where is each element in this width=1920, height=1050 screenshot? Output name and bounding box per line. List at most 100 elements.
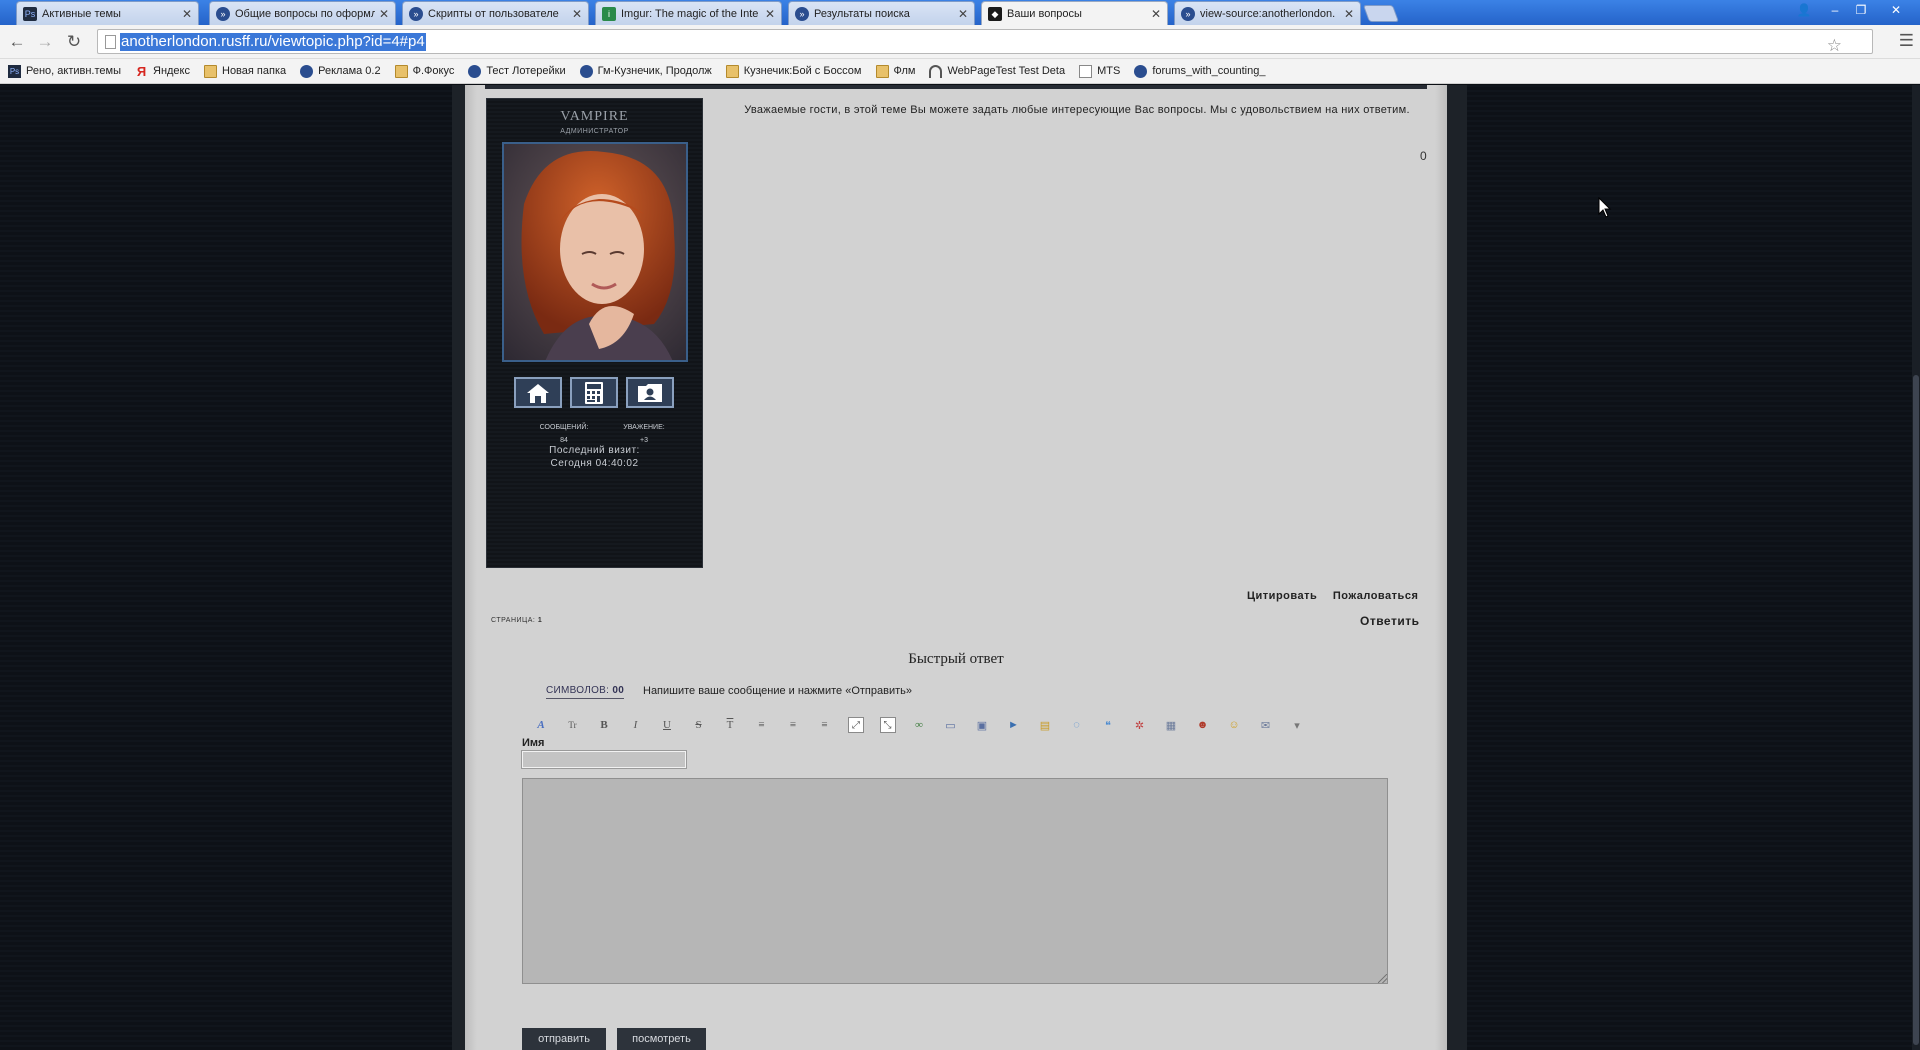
close-icon[interactable]: ✕ <box>379 7 389 21</box>
bookmark-item[interactable]: Реклама 0.2 <box>300 64 381 78</box>
table-icon[interactable]: ▦ <box>1163 717 1179 733</box>
tab-label: Активные темы <box>42 7 121 20</box>
video-icon[interactable]: ► <box>1006 717 1022 733</box>
name-label: Имя <box>522 737 545 749</box>
scrollbar-thumb[interactable] <box>1913 375 1919 1045</box>
clear-format-icon[interactable]: T <box>722 717 738 733</box>
font-size-icon[interactable]: Tr <box>565 717 581 733</box>
mail-icon[interactable]: ✉ <box>1258 717 1274 733</box>
tab-view-source[interactable]: » view-source:anotherlondon. ✕ <box>1174 1 1361 25</box>
bookmark-label: Кузнечик:Бой с Боссом <box>743 65 862 77</box>
align-center-icon[interactable]: ≡ <box>785 717 801 733</box>
tab-label: view-source:anotherlondon. <box>1200 7 1336 20</box>
color-icon[interactable]: ✲ <box>1132 717 1148 733</box>
minimize-icon[interactable]: – <box>1824 3 1846 17</box>
avatar-icon[interactable]: ☻ <box>1195 717 1211 733</box>
respect-stat: УВАЖЕНИЕ: +3 <box>609 424 679 444</box>
tag-icon[interactable]: ⤢ <box>848 717 864 733</box>
rusff-icon: » <box>795 6 809 21</box>
restore-icon[interactable]: ❐ <box>1850 3 1872 17</box>
profile-icon[interactable]: 👤 <box>1793 3 1815 17</box>
tab-imgur[interactable]: i Imgur: The magic of the Inte ✕ <box>595 1 782 25</box>
name-input[interactable] <box>521 750 687 769</box>
pagination-label: СТРАНИЦА: <box>491 617 536 624</box>
bookmark-label: WebPageTest Test Deta <box>947 65 1066 77</box>
tab-label: Imgur: The magic of the Inte <box>621 7 759 20</box>
preview-button[interactable]: посмотреть <box>617 1028 706 1050</box>
link-icon[interactable]: ∞ <box>911 717 927 733</box>
bold-icon[interactable]: B <box>596 717 612 733</box>
bookmark-item[interactable]: Я Яндекс <box>135 65 190 78</box>
bookmark-label: Тест Лотерейки <box>486 65 566 77</box>
smile-icon[interactable]: ☺ <box>1226 717 1242 733</box>
bookmark-item[interactable]: MTS <box>1079 64 1121 78</box>
rusff-icon <box>468 64 482 78</box>
bookmark-item[interactable]: Ps Рено, активн.темы <box>8 64 121 78</box>
tab-search-results[interactable]: » Результаты поиска ✕ <box>788 1 975 25</box>
tab-user-scripts[interactable]: » Скрипты от пользователе ✕ <box>402 1 589 25</box>
close-icon[interactable]: ✕ <box>765 7 775 21</box>
close-icon[interactable]: ✕ <box>1151 7 1161 21</box>
close-icon[interactable]: ✕ <box>182 7 192 21</box>
bookmark-item[interactable]: forums_with_counting_ <box>1134 64 1265 78</box>
align-left-icon[interactable]: ≡ <box>754 717 770 733</box>
forward-arrow-icon[interactable]: → <box>34 31 56 53</box>
bookmark-star-icon[interactable]: ☆ <box>1827 36 1842 56</box>
close-icon[interactable]: ✕ <box>572 7 582 21</box>
font-icon[interactable]: A <box>533 717 549 733</box>
avatar <box>502 142 688 362</box>
rusff-icon: » <box>1181 6 1195 21</box>
lock-icon[interactable]: ▤ <box>1037 717 1053 733</box>
user-stats: СООБЩЕНИЙ: 84 УВАЖЕНИЕ: +3 <box>529 424 679 444</box>
new-tab-button[interactable] <box>1362 5 1400 22</box>
tab-active-topics[interactable]: Ps Активные темы ✕ <box>16 1 199 25</box>
message-textarea[interactable] <box>522 778 1388 984</box>
back-arrow-icon[interactable]: ← <box>6 31 28 53</box>
quote-link[interactable]: Цитировать <box>1247 590 1317 602</box>
bookmark-item[interactable]: Тест Лотерейки <box>468 64 566 78</box>
close-icon[interactable]: ✕ <box>1344 7 1354 21</box>
contact-button[interactable] <box>626 377 674 408</box>
image-icon[interactable]: ▣ <box>974 717 990 733</box>
bookmark-folder[interactable]: Новая папка <box>204 64 286 78</box>
tag-icon[interactable]: ⤡ <box>879 717 896 733</box>
submit-button[interactable]: отправить <box>522 1028 606 1050</box>
more-icon[interactable]: ▾ <box>1289 717 1305 733</box>
document-icon <box>1079 64 1093 78</box>
bookmark-folder[interactable]: Флм <box>875 64 915 78</box>
tab-general-questions[interactable]: » Общие вопросы по оформл ✕ <box>209 1 396 25</box>
close-window-icon[interactable]: ✕ <box>1885 3 1907 17</box>
strikethrough-icon[interactable]: S <box>691 717 707 733</box>
menu-icon[interactable]: ☰ <box>1899 31 1914 51</box>
post-counter: 0 <box>1420 149 1427 163</box>
speech-icon[interactable]: ◌ <box>1069 717 1085 733</box>
url-text[interactable]: anotherlondon.rusff.ru/viewtopic.php?id=… <box>120 33 426 51</box>
char-counter: СИМВОЛОВ: 00 <box>546 685 625 699</box>
background-shadow-right <box>1447 85 1467 1050</box>
tab-your-questions[interactable]: ◆ Ваши вопросы ✕ <box>981 1 1168 26</box>
resize-grip[interactable] <box>1378 974 1387 983</box>
quick-reply-title: Быстрый ответ <box>908 651 1004 667</box>
bookmark-folder[interactable]: Ф.Фокус <box>394 64 454 78</box>
italic-icon[interactable]: I <box>628 717 644 733</box>
quote-icon[interactable]: ❝ <box>1100 717 1116 733</box>
address-bar[interactable]: anotherlondon.rusff.ru/viewtopic.php?id=… <box>97 29 1873 56</box>
calculator-button[interactable] <box>570 377 618 408</box>
respect-label: УВАЖЕНИЕ: <box>623 424 665 431</box>
bookmark-item[interactable]: Гм-Кузнечик, Продолж <box>579 64 712 78</box>
bookmark-label: MTS <box>1097 65 1121 77</box>
reload-icon[interactable]: ↻ <box>63 31 85 53</box>
imgur-icon: i <box>602 6 616 21</box>
username[interactable]: VAMPIRE <box>487 109 702 125</box>
align-right-icon[interactable]: ≡ <box>817 717 833 733</box>
bookmark-folder[interactable]: Кузнечик:Бой с Боссом <box>725 64 862 78</box>
close-icon[interactable]: ✕ <box>958 7 968 21</box>
reply-link[interactable]: Ответить <box>1360 614 1419 628</box>
bookmark-item[interactable]: WebPageTest Test Deta <box>929 64 1066 78</box>
book-icon[interactable]: ▭ <box>943 717 959 733</box>
underline-icon[interactable]: U <box>659 717 675 733</box>
report-link[interactable]: Пожаловаться <box>1333 590 1419 602</box>
char-counter-value: 00 <box>612 685 625 696</box>
home-button[interactable] <box>514 377 562 408</box>
page-scrollbar[interactable] <box>1912 85 1920 1050</box>
